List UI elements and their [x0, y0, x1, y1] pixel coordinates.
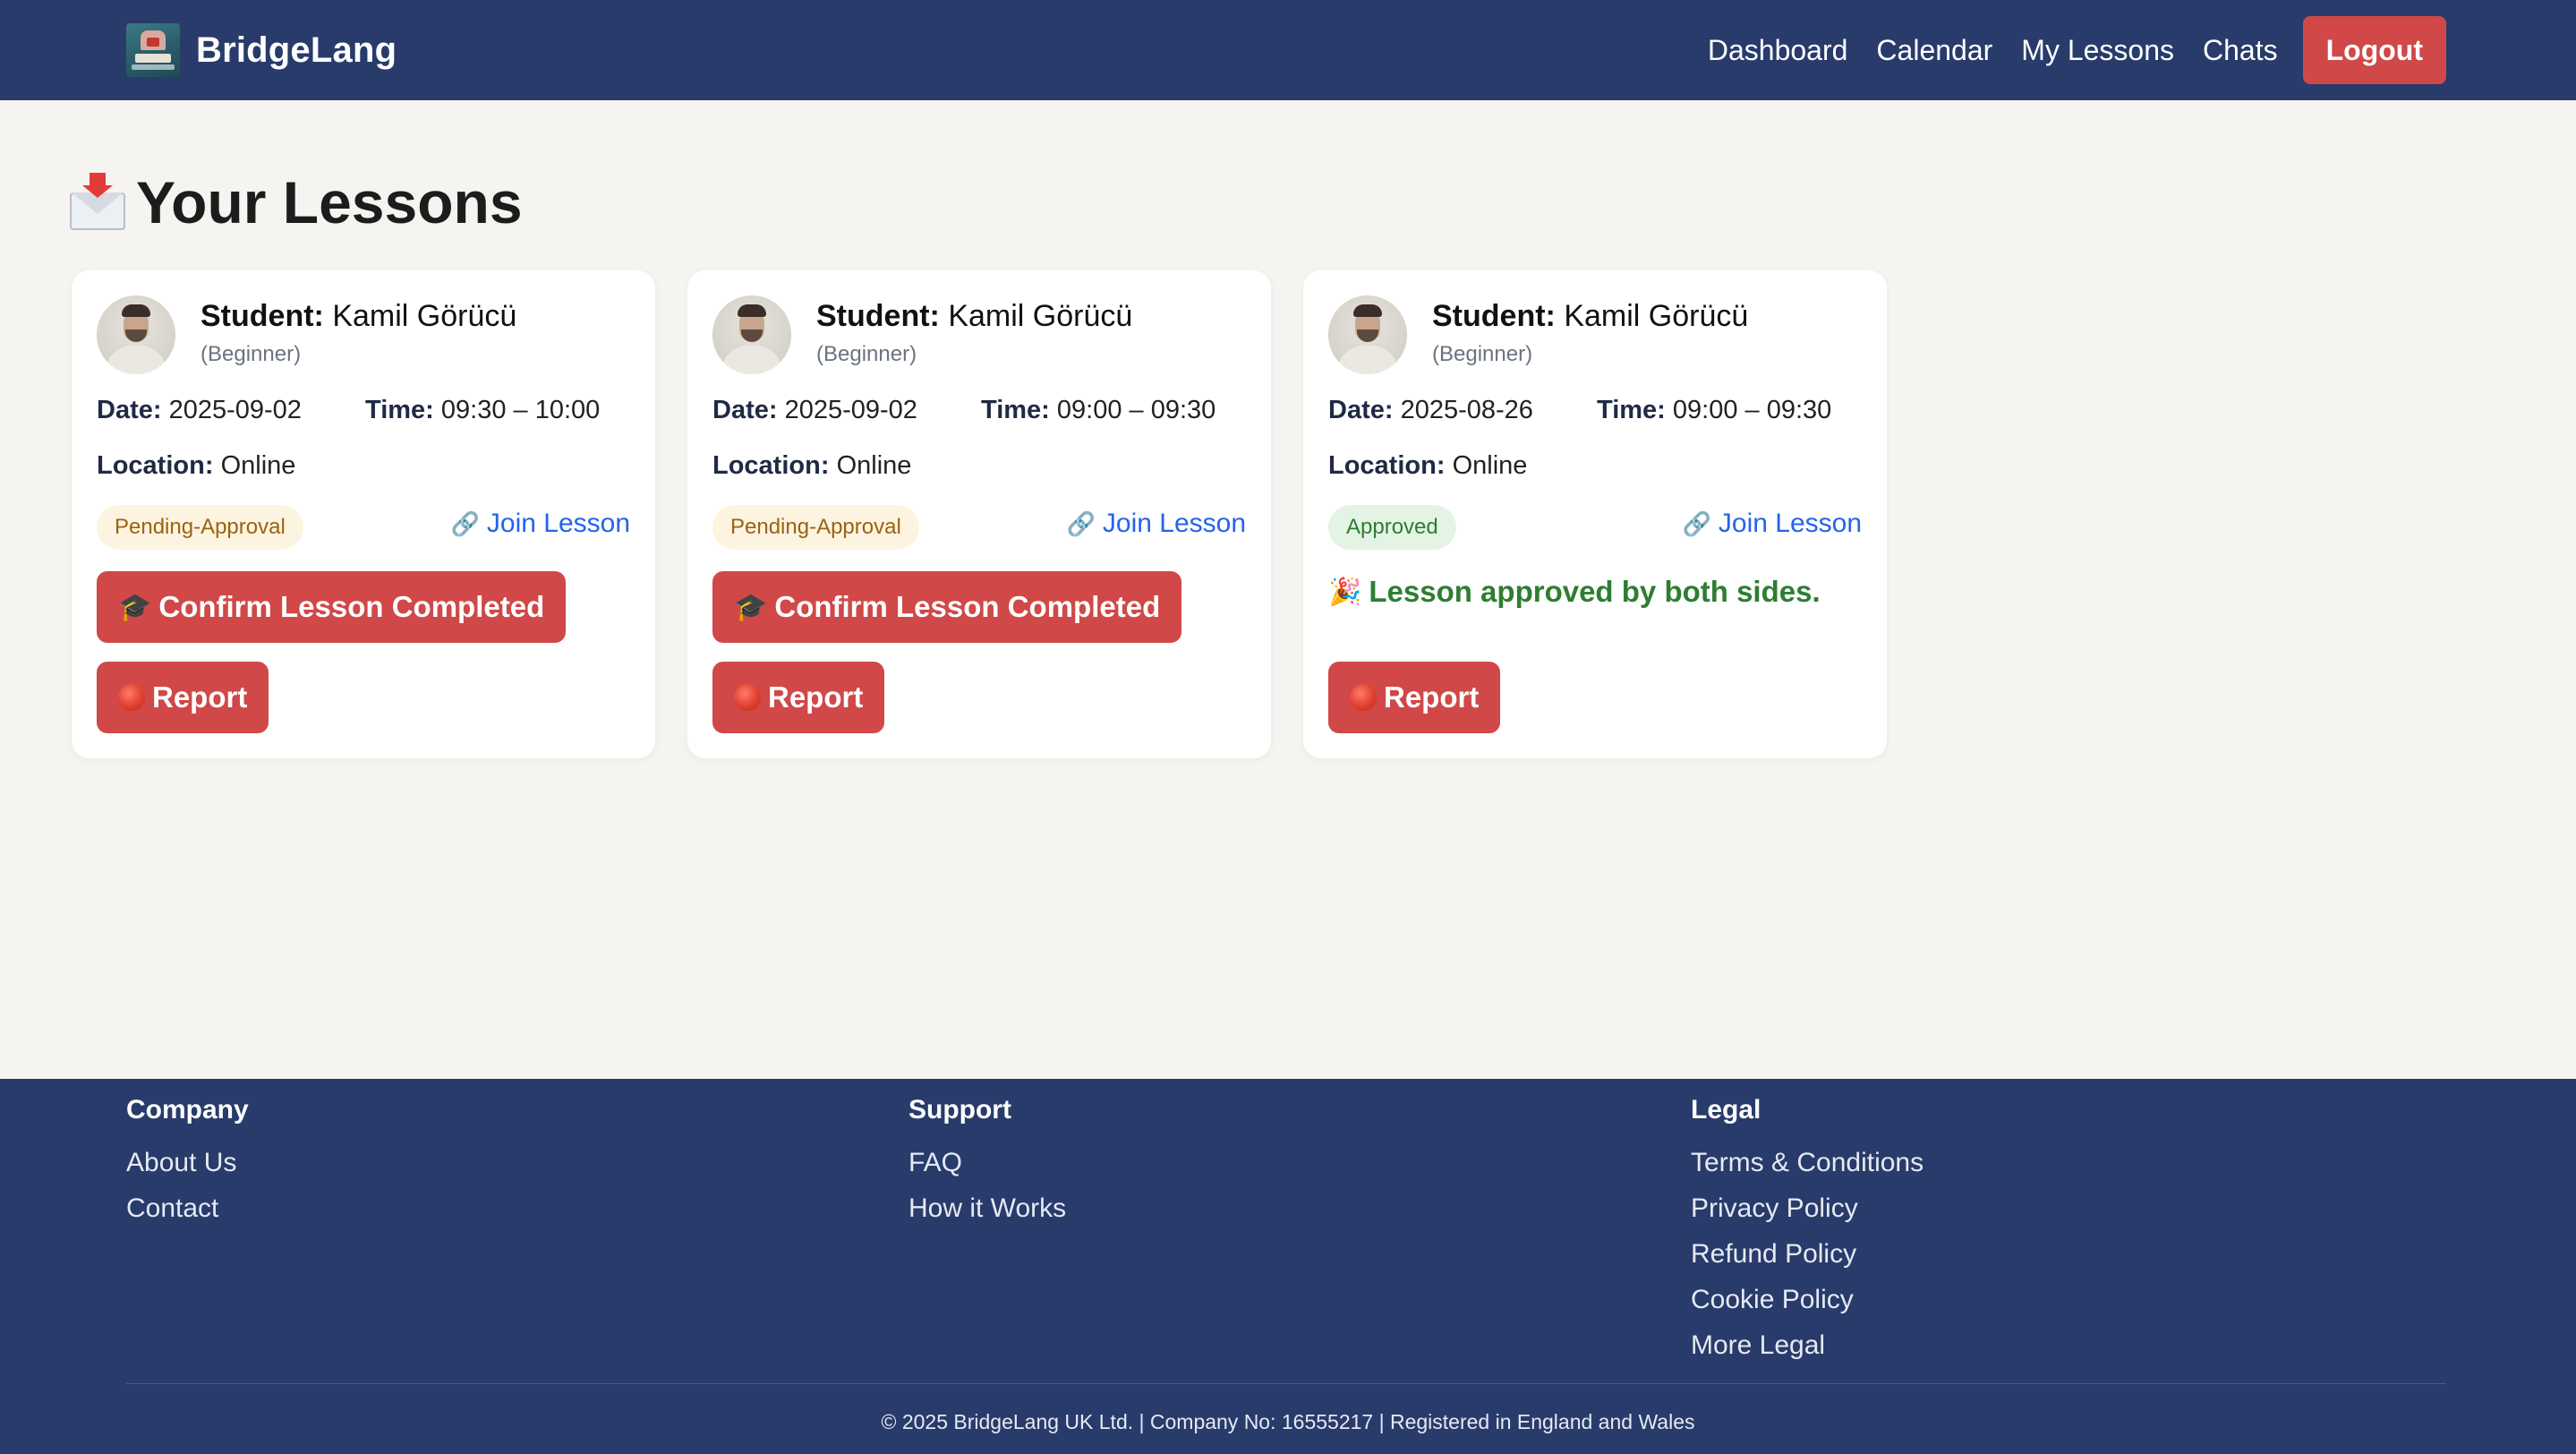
link-icon: 🔗 — [1682, 509, 1711, 537]
footer-support-column: Support FAQ How it Works — [908, 1095, 1066, 1231]
approved-message: 🎉 Lesson approved by both sides. — [1328, 575, 1821, 608]
student-avatar — [712, 295, 791, 374]
page-title: Your Lessons — [70, 168, 523, 236]
footer-heading-company: Company — [126, 1095, 249, 1125]
student-name: Student: Kamil Görücü — [816, 299, 1133, 333]
footer-link-more-legal[interactable]: More Legal — [1691, 1322, 1923, 1368]
brand[interactable]: BridgeLang — [126, 23, 397, 77]
footer-link-privacy[interactable]: Privacy Policy — [1691, 1185, 1923, 1231]
footer-link-refund[interactable]: Refund Policy — [1691, 1231, 1923, 1277]
lesson-date: Date: 2025-09-02 — [97, 396, 302, 424]
student-level: (Beginner) — [1432, 342, 1533, 366]
student-avatar — [97, 295, 175, 374]
lesson-card: Student: Kamil Görücü (Beginner) Date: 2… — [72, 270, 655, 758]
envelope-with-arrow-icon — [70, 173, 125, 232]
party-popper-icon: 🎉 — [1328, 577, 1362, 607]
stop-sign-icon — [1350, 684, 1377, 711]
join-lesson-link[interactable]: 🔗 Join Lesson — [1683, 509, 1862, 539]
footer-heading-legal: Legal — [1691, 1095, 1761, 1125]
nav-link-my-lessons[interactable]: My Lessons — [2021, 34, 2174, 67]
top-navbar: BridgeLang Dashboard Calendar My Lessons… — [0, 0, 2576, 100]
footer-link-contact[interactable]: Contact — [126, 1185, 249, 1231]
lesson-date: Date: 2025-08-26 — [1328, 396, 1533, 424]
confirm-lesson-completed-button[interactable]: 🎓 Confirm Lesson Completed — [97, 571, 567, 643]
lesson-location: Location: Online — [712, 451, 912, 480]
lesson-location: Location: Online — [97, 451, 296, 480]
status-badge: Pending-Approval — [712, 505, 919, 550]
lesson-location: Location: Online — [1328, 451, 1528, 480]
brand-name: BridgeLang — [196, 30, 397, 70]
lesson-time: Time: 09:00 – 09:30 — [1597, 396, 1832, 424]
student-name: Student: Kamil Görücü — [1432, 299, 1749, 333]
report-button[interactable]: Report — [1328, 662, 1501, 733]
status-badge: Pending-Approval — [97, 505, 303, 550]
footer-link-about-us[interactable]: About Us — [126, 1140, 249, 1185]
lesson-cards: Student: Kamil Görücü (Beginner) Date: 2… — [72, 270, 1887, 758]
footer-link-how-it-works[interactable]: How it Works — [908, 1185, 1066, 1231]
footer-divider — [126, 1383, 2446, 1384]
graduation-cap-icon: 🎓 — [118, 592, 152, 622]
footer-company-column: Company About Us Contact — [126, 1095, 249, 1231]
lesson-card: Student: Kamil Görücü (Beginner) Date: 2… — [687, 270, 1271, 758]
site-footer: Company About Us Contact Support FAQ How… — [0, 1079, 2576, 1454]
join-lesson-link[interactable]: 🔗 Join Lesson — [1067, 509, 1246, 539]
student-name: Student: Kamil Görücü — [200, 299, 517, 333]
student-level: (Beginner) — [816, 342, 917, 366]
footer-copyright: © 2025 BridgeLang UK Ltd. | Company No: … — [881, 1410, 1695, 1433]
student-avatar — [1328, 295, 1407, 374]
lesson-date: Date: 2025-09-02 — [712, 396, 917, 424]
footer-link-cookie[interactable]: Cookie Policy — [1691, 1277, 1923, 1322]
confirm-lesson-completed-button[interactable]: 🎓 Confirm Lesson Completed — [712, 571, 1182, 643]
nav-link-calendar[interactable]: Calendar — [1876, 34, 1992, 67]
report-button[interactable]: Report — [712, 662, 885, 733]
footer-legal-column: Legal Terms & Conditions Privacy Policy … — [1691, 1095, 1923, 1368]
logout-button[interactable]: Logout — [2302, 16, 2446, 84]
footer-heading-support: Support — [908, 1095, 1011, 1125]
page-title-text: Your Lessons — [136, 169, 523, 235]
link-icon: 🔗 — [1066, 509, 1096, 537]
status-badge: Approved — [1328, 505, 1456, 550]
report-button[interactable]: Report — [97, 662, 269, 733]
link-icon: 🔗 — [450, 509, 480, 537]
join-lesson-link[interactable]: 🔗 Join Lesson — [451, 509, 630, 539]
nav-link-dashboard[interactable]: Dashboard — [1708, 34, 1848, 67]
footer-link-faq[interactable]: FAQ — [908, 1140, 1066, 1185]
stop-sign-icon — [118, 684, 145, 711]
stop-sign-icon — [734, 684, 761, 711]
nav-links: Dashboard Calendar My Lessons Chats Logo… — [1708, 16, 2446, 84]
lesson-time: Time: 09:30 – 10:00 — [365, 396, 601, 424]
footer-link-terms[interactable]: Terms & Conditions — [1691, 1140, 1923, 1185]
lesson-card: Student: Kamil Görücü (Beginner) Date: 2… — [1303, 270, 1887, 758]
graduation-cap-icon: 🎓 — [734, 592, 768, 622]
student-level: (Beginner) — [200, 342, 302, 366]
nav-link-chats[interactable]: Chats — [2203, 34, 2278, 67]
brand-logo — [126, 23, 180, 77]
lesson-time: Time: 09:00 – 09:30 — [981, 396, 1216, 424]
